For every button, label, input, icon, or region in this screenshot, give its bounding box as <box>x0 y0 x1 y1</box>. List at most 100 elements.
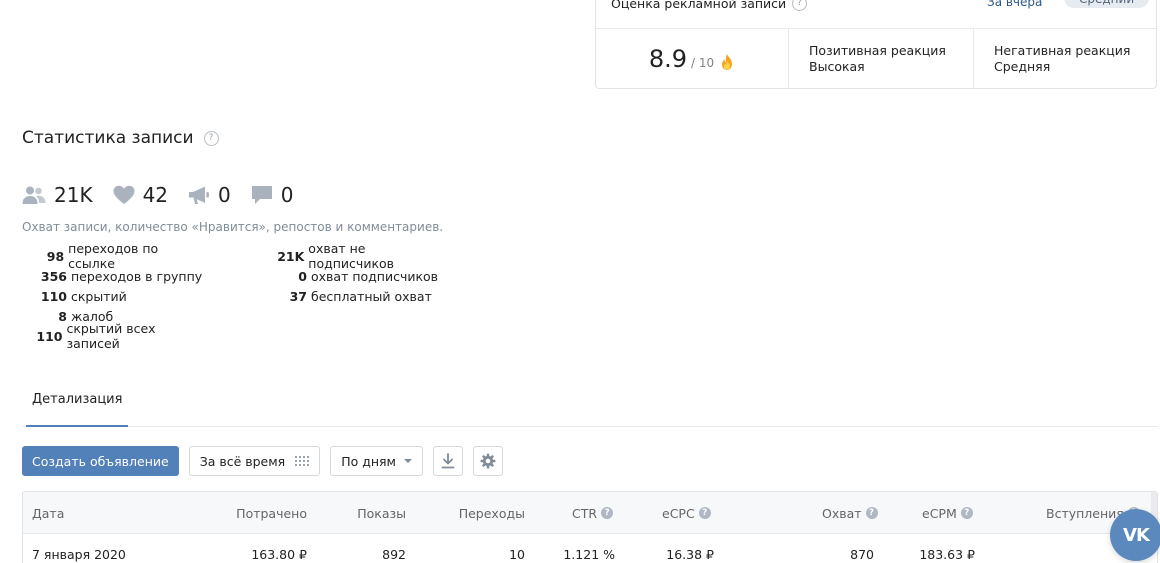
reach-counter-value: 21K <box>54 183 93 207</box>
cell-spent: 163.80 ₽ <box>251 546 307 562</box>
cell-ctr: 1.121 % <box>563 546 615 562</box>
stat-label: скрытий всех записей <box>66 321 156 351</box>
col-header-ctr[interactable]: CTR ? <box>572 492 614 534</box>
positive-reaction-value: Высокая <box>809 59 865 74</box>
stat-row: 0 охват подписчиков <box>230 266 450 286</box>
stats-column-right: 21K охват не подписчиков 0 охват подписч… <box>230 241 450 306</box>
stat-row: 110 скрытий всех записей <box>0 321 203 351</box>
download-button[interactable] <box>433 446 463 476</box>
post-stats-title-text: Статистика записи <box>22 128 194 148</box>
settings-button[interactable] <box>473 446 503 476</box>
vk-chat-button[interactable]: VK <box>1110 509 1160 561</box>
col-header-spent[interactable]: Потрачено <box>203 492 307 534</box>
stat-row: 110 скрытий <box>0 286 203 306</box>
positive-reaction-label: Позитивная реакция <box>809 43 946 58</box>
col-header-reach-label: Охват <box>822 505 862 521</box>
counters-caption: Охват записи, количество «Нравится», реп… <box>22 220 444 234</box>
period-select-button[interactable]: За всё время <box>188 446 321 476</box>
reposts-counter-value: 0 <box>218 183 231 207</box>
megaphone-icon <box>189 186 209 204</box>
col-header-date[interactable]: Дата <box>32 492 64 534</box>
col-header-ctr-label: CTR <box>572 505 598 521</box>
col-header-date-label: Дата <box>32 505 65 521</box>
help-icon[interactable]: ? <box>601 507 614 519</box>
stat-value: 110 <box>36 328 63 344</box>
tab-details[interactable]: Детализация <box>26 380 129 427</box>
grouping-dropdown[interactable]: По дням <box>330 446 423 476</box>
stat-label: переходов в группу <box>71 268 203 284</box>
help-icon[interactable]: ? <box>203 130 219 146</box>
cell-ecpm: 183.63 ₽ <box>919 546 975 562</box>
reposts-counter: 0 <box>188 183 231 207</box>
stat-label: охват не подписчиков <box>308 241 395 271</box>
cell-clicks: 10 <box>509 546 525 562</box>
ad-rating-header: Оценка рекламной записи ? За вчера Средн… <box>596 0 1156 29</box>
stat-label: переходов по ссылке <box>68 241 159 271</box>
col-header-clicks-label: Переходы <box>458 505 525 521</box>
period-select-label: За всё время <box>199 453 286 469</box>
col-header-joins-label: Вступления <box>1046 505 1124 521</box>
tab-bar: Детализация <box>22 380 1158 427</box>
gear-icon <box>480 453 496 469</box>
heart-icon <box>113 185 135 204</box>
cell-ecpc: 16.38 ₽ <box>666 546 714 562</box>
stat-row: 37 бесплатный охват <box>230 286 450 306</box>
cell-impressions: 892 <box>382 546 406 562</box>
cell-date: 7 января 2020 <box>32 546 126 562</box>
help-icon[interactable]: ? <box>960 507 973 519</box>
negative-reaction-value: Средняя <box>994 59 1051 74</box>
col-header-ecpm[interactable]: eCPM ? <box>922 492 973 534</box>
col-header-reach[interactable]: Охват ? <box>822 492 878 534</box>
stat-row: 21K охват не подписчиков <box>230 241 450 271</box>
reach-counter: 21K <box>22 183 93 207</box>
stat-value: 110 <box>40 288 67 304</box>
stat-value: 356 <box>40 268 67 284</box>
create-ad-button-label: Создать объявление <box>32 453 169 469</box>
ad-rating-title-text: Оценка рекламной записи <box>611 0 787 11</box>
help-icon[interactable]: ? <box>698 507 711 519</box>
vk-logo-icon: VK <box>1123 524 1150 546</box>
comments-counter-value: 0 <box>280 183 294 207</box>
col-header-impressions[interactable]: Показы <box>323 492 406 534</box>
comments-counter: 0 <box>251 183 294 207</box>
download-icon <box>441 453 455 469</box>
table-row: 7 января 2020 163.80 ₽ 892 10 1.121 % 16… <box>23 534 1157 563</box>
create-ad-button[interactable]: Создать объявление <box>22 446 179 476</box>
help-icon[interactable]: ? <box>792 0 808 11</box>
comment-icon <box>251 186 272 204</box>
col-header-impressions-label: Показы <box>357 505 406 521</box>
stat-value: 0 <box>298 268 307 284</box>
positive-reaction-cell: Позитивная реакция Высокая <box>789 29 974 89</box>
col-header-clicks[interactable]: Переходы <box>423 492 525 534</box>
post-stats-title: Статистика записи ? <box>22 128 219 148</box>
stat-label: бесплатный охват <box>311 288 432 304</box>
ad-rating-title: Оценка рекламной записи ? <box>611 0 808 11</box>
stats-column-left: 98 переходов по ссылке 356 переходов в г… <box>0 241 203 351</box>
rating-score: 8.9 <box>648 45 688 73</box>
details-table: Дата Потрачено Показы Переходы CTR ? eCP… <box>22 491 1158 563</box>
help-icon[interactable]: ? <box>865 507 878 519</box>
table-header: Дата Потрачено Показы Переходы CTR ? eCP… <box>23 492 1157 534</box>
toolbar: Создать объявление За всё время По дням <box>22 446 503 476</box>
negative-reaction-label: Негативная реакция <box>994 43 1131 58</box>
col-header-ecpc-label: eCPC <box>662 505 695 521</box>
grouping-dropdown-label: По дням <box>341 453 396 469</box>
stat-value: 21K <box>277 248 305 264</box>
rating-score-max: / 10 <box>691 56 715 70</box>
cell-reach: 870 <box>850 546 874 562</box>
chevron-down-icon <box>404 459 412 463</box>
calendar-grid-icon <box>295 456 310 466</box>
col-header-ecpm-label: eCPM <box>922 505 957 521</box>
ad-rating-body: 8.9 / 10 Позитивная реакция Высокая Нега… <box>596 29 1156 89</box>
stat-row: 356 переходов в группу <box>0 266 203 286</box>
period-yesterday-link[interactable]: За вчера <box>987 0 1042 9</box>
stat-row: 98 переходов по ссылке <box>0 241 203 271</box>
col-header-ecpc[interactable]: eCPC ? <box>662 492 711 534</box>
likes-counter: 42 <box>113 183 168 207</box>
period-average-button[interactable]: Средний <box>1064 0 1150 8</box>
post-counters: 21K 42 0 0 <box>22 183 314 207</box>
ad-rating-card: Оценка рекламной записи ? За вчера Средн… <box>595 0 1157 89</box>
stat-label: скрытий <box>71 288 127 304</box>
users-icon <box>22 186 46 204</box>
stat-value: 8 <box>58 308 67 324</box>
